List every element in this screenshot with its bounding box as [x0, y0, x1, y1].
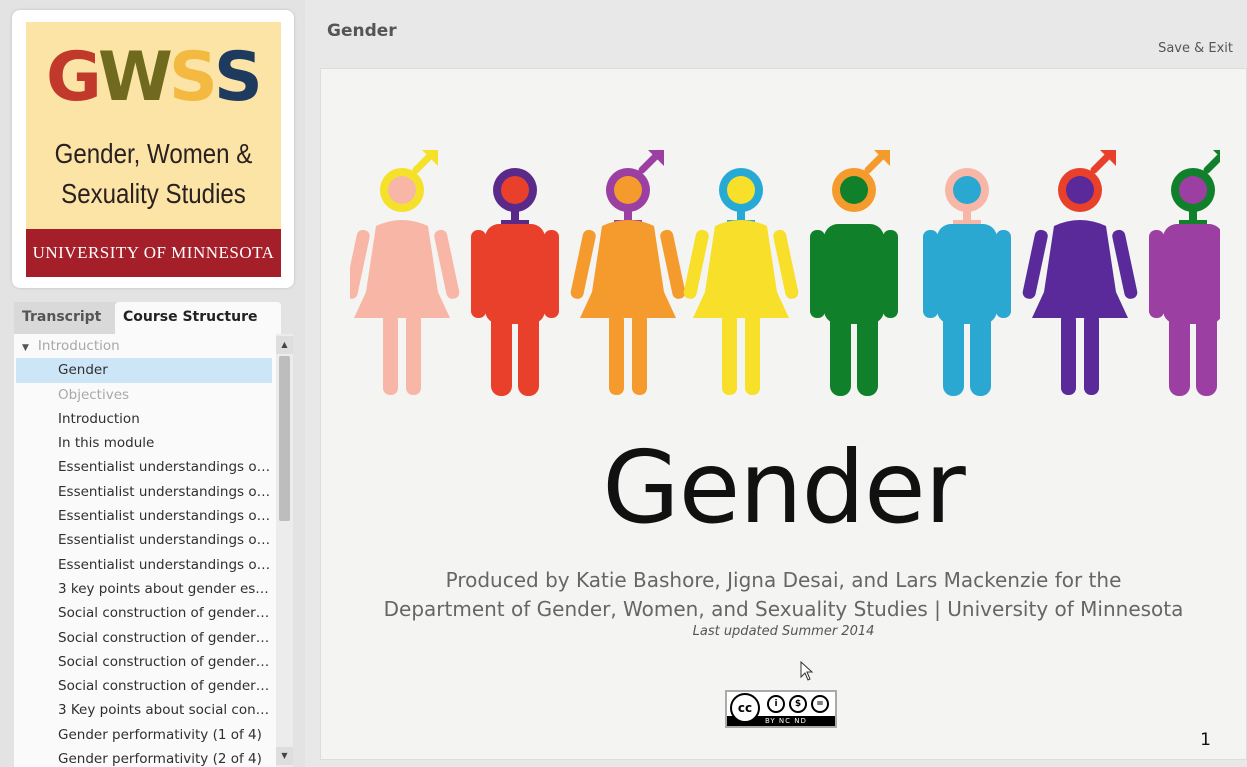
credit-line-2: Department of Gender, Women, and Sexuali…	[383, 597, 1184, 621]
sidebar: GWSS Gender, Women & Sexuality Studies U…	[0, 0, 305, 767]
scroll-up-arrow-icon[interactable]: ▲	[276, 336, 293, 354]
logo-letter: S	[168, 38, 218, 117]
gender-figure	[471, 168, 559, 396]
gender-figure	[1022, 150, 1138, 395]
logo-university-band: UNIVERSITY OF MINNESOTA	[26, 229, 281, 277]
logo-letter: W	[97, 38, 173, 117]
gender-figure	[1149, 150, 1220, 396]
tree-item[interactable]: Gender performativity (2 of 4)	[14, 747, 272, 767]
tree-item[interactable]: Essentialist understandings of ...	[14, 480, 272, 504]
slide-title: Gender	[327, 21, 397, 41]
gender-figure	[923, 168, 1011, 396]
cc-logo-icon: cc	[730, 693, 760, 723]
slide-canvas: Gender Produced by Katie Bashore, Jigna …	[320, 68, 1247, 760]
tree-section-introduction[interactable]: ▼ Introduction	[14, 334, 272, 358]
last-updated-text: Last updated Summer 2014	[692, 624, 875, 639]
tree-item[interactable]: Essentialist understandings of ...	[14, 553, 272, 577]
gender-figure	[683, 168, 799, 395]
creative-commons-license-badge[interactable]: cc i $ = BY NC ND	[725, 690, 837, 728]
tree-item[interactable]: In this module	[14, 431, 272, 455]
cc-nd-icon: =	[811, 695, 829, 713]
tree-item[interactable]: 3 Key points about social cons...	[14, 698, 272, 722]
logo-letter: G	[46, 38, 102, 117]
gender-figure	[570, 150, 686, 395]
tree-item[interactable]: Gender	[16, 358, 272, 383]
main-panel: Gender Save & Exit Gender Produced by Ka…	[305, 0, 1247, 767]
cc-nc-icon: $	[789, 695, 807, 713]
tree-item[interactable]: Introduction	[14, 407, 272, 431]
tree-item[interactable]: Social construction of gender ...	[14, 674, 272, 698]
course-structure-tree: ▼ Introduction Gender Objectives Introducti…	[14, 334, 293, 767]
tree-item[interactable]: Essentialist understandings of ...	[14, 455, 272, 479]
course-logo-card: GWSS Gender, Women & Sexuality Studies U…	[12, 10, 294, 288]
credit-line-1: Produced by Katie Bashore, Jigna Desai, …	[445, 568, 1122, 592]
slide-page-number: 1	[1200, 730, 1211, 750]
tree-item[interactable]: Social construction of gender ...	[14, 601, 272, 625]
tree-item[interactable]: Gender performativity (1 of 4)	[14, 723, 272, 747]
gender-figure	[810, 150, 898, 396]
logo-letters: GWSS	[46, 38, 263, 117]
logo-line-1: Gender, Women &	[54, 138, 253, 169]
cc-by-icon: i	[767, 695, 785, 713]
collapse-triangle-icon[interactable]: ▼	[22, 336, 29, 358]
scroll-down-arrow-icon[interactable]: ▼	[276, 747, 293, 765]
save-exit-link[interactable]: Save & Exit	[1158, 41, 1233, 56]
tree-item[interactable]: Social construction of gender ...	[14, 626, 272, 650]
tree-item[interactable]: Essentialist understandings of ...	[14, 504, 272, 528]
tree-item[interactable]: Objectives	[14, 383, 272, 407]
slide-heading: Gender	[602, 429, 966, 546]
tree-item[interactable]: Social construction of gender ...	[14, 650, 272, 674]
scrollbar-thumb[interactable]	[279, 356, 290, 521]
tree-section-label: Introduction	[37, 338, 120, 354]
gwss-logo: GWSS Gender, Women & Sexuality Studies U…	[26, 22, 281, 277]
cc-license-labels: BY NC ND	[765, 717, 807, 725]
gender-figure	[350, 150, 460, 395]
tree-item[interactable]: Essentialist understandings of ...	[14, 528, 272, 552]
tab-course-structure[interactable]: Course Structure	[115, 302, 281, 334]
tab-transcript[interactable]: Transcript	[14, 302, 125, 334]
tree-item[interactable]: 3 key points about gender ess...	[14, 577, 272, 601]
tree-list: ▼ Introduction Gender Objectives Introducti…	[14, 334, 272, 767]
logo-letter: S	[213, 38, 263, 117]
gender-figures-illustration	[350, 150, 1220, 396]
logo-line-2: Sexuality Studies	[61, 178, 246, 209]
tree-scrollbar[interactable]: ▲ ▼	[276, 334, 293, 767]
mouse-cursor-icon	[800, 661, 814, 681]
